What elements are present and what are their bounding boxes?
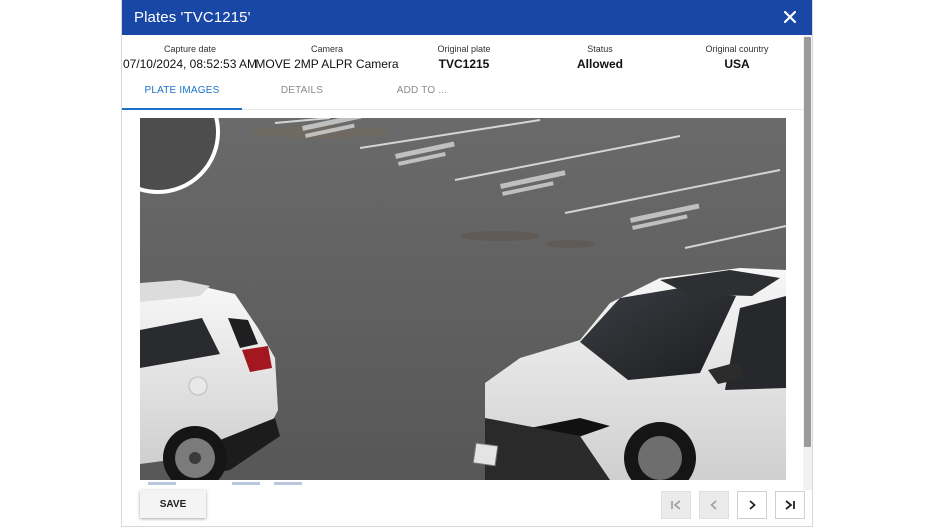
next-icon <box>749 500 756 510</box>
info-label: Original country <box>705 44 769 54</box>
info-camera: Camera MOVE 2MP ALPR Camera <box>255 44 398 71</box>
last-page-button[interactable] <box>775 491 805 519</box>
info-label: Status <box>587 44 613 54</box>
close-button[interactable] <box>780 7 800 27</box>
dialog-titlebar: Plates 'TVC1215' <box>122 0 812 35</box>
info-status: Status Allowed <box>577 44 623 71</box>
thumbnail-indicator[interactable] <box>148 482 176 485</box>
close-icon <box>783 10 797 24</box>
info-original-country: Original country USA <box>705 44 768 71</box>
tab-bar: PLATE IMAGES DETAILS ADD TO ... <box>122 80 804 110</box>
info-value: Allowed <box>576 57 624 71</box>
plate-dialog: Plates 'TVC1215' Capture date 07/10/2024… <box>121 0 813 527</box>
first-page-icon <box>671 500 681 510</box>
info-value: MOVE 2MP ALPR Camera <box>255 57 399 71</box>
plate-capture-image <box>140 118 786 480</box>
previous-button[interactable] <box>699 491 729 519</box>
info-original-plate: Original plate TVC1215 <box>437 44 490 71</box>
info-value: 07/10/2024, 08:52:53 AM <box>122 57 258 71</box>
capture-info: Capture date 07/10/2024, 08:52:53 AM Cam… <box>122 44 804 78</box>
info-label: Capture date <box>163 44 217 54</box>
first-page-button[interactable] <box>661 491 691 519</box>
next-button[interactable] <box>737 491 767 519</box>
save-button[interactable]: SAVE <box>140 490 206 518</box>
tab-add-to[interactable]: ADD TO ... <box>362 80 482 110</box>
previous-icon <box>710 500 717 510</box>
thumbnail-indicator[interactable] <box>232 482 260 485</box>
tab-plate-images[interactable]: PLATE IMAGES <box>122 80 242 110</box>
tab-details[interactable]: DETAILS <box>242 80 362 110</box>
scrollbar-thumb[interactable] <box>804 37 811 447</box>
image-thumbnail-strip <box>140 482 786 486</box>
last-page-icon <box>785 500 795 510</box>
info-capture-date: Capture date 07/10/2024, 08:52:53 AM <box>123 44 257 71</box>
thumbnail-indicator[interactable] <box>274 482 302 485</box>
info-value: TVC1215 <box>438 57 490 71</box>
vertical-scrollbar[interactable] <box>803 35 812 490</box>
info-value: USA <box>724 57 750 71</box>
dialog-title: Plates 'TVC1215' <box>134 9 251 26</box>
info-label: Camera <box>310 44 344 54</box>
info-label: Original plate <box>437 44 491 54</box>
